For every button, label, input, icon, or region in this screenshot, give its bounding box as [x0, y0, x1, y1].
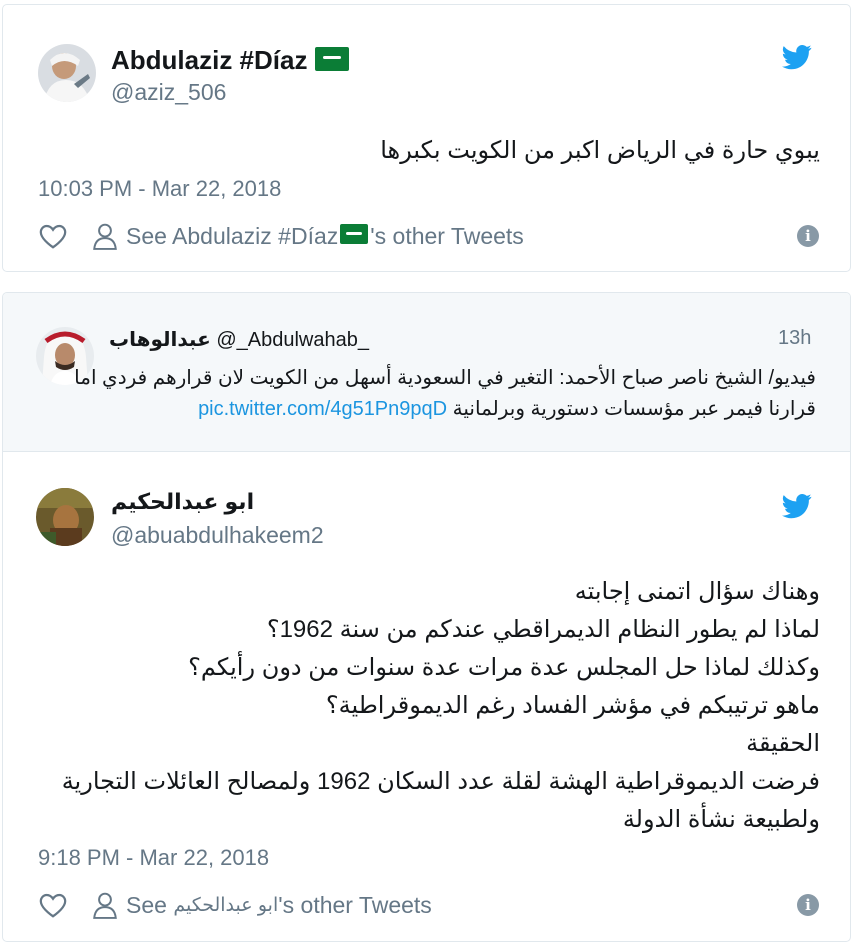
handle[interactable]: @abuabdulhakeem2: [111, 522, 324, 549]
heart-icon[interactable]: [38, 890, 68, 920]
tweet-text-line-7: ولطبيعة نشأة الدولة: [622, 806, 820, 833]
see-link-suffix: 's other Tweets: [370, 222, 524, 249]
see-link-suffix: 's other Tweets: [278, 891, 432, 918]
tweet-text-line-4: ماهو ترتيبكم في مؤشر الفساد رغم الديموقر…: [325, 692, 820, 719]
tweet-actions: See ابو عبدالحكيم's other Tweets: [38, 888, 432, 922]
tweet-timestamp[interactable]: 10:03 PM - Mar 22, 2018: [38, 176, 281, 202]
quoted-time[interactable]: 13h: [778, 327, 811, 350]
heart-icon[interactable]: [38, 221, 68, 251]
tweet-text-line-1: وهناك سؤال اتمنى إجابته: [574, 578, 820, 605]
display-name[interactable]: ابو عبدالحكيم: [111, 489, 254, 515]
twitter-bird-icon[interactable]: [782, 42, 812, 72]
info-icon[interactable]: i: [797, 225, 819, 247]
see-link-prefix: See Abdulaziz #Díaz: [126, 222, 339, 249]
quoted-display-name: عبدالوهاب: [109, 329, 211, 351]
display-name[interactable]: Abdulaziz #Díaz: [111, 45, 350, 76]
avatar[interactable]: [38, 44, 96, 102]
see-other-tweets-link[interactable]: See ابو عبدالحكيم's other Tweets: [92, 891, 432, 919]
quoted-handle: @_Abdulwahab_: [216, 329, 369, 351]
tweet-text-line-3: وكذلك لماذا حل المجلس عدة مرات عدة سنوات…: [188, 654, 820, 681]
display-name-text: Abdulaziz #Díaz: [111, 45, 308, 75]
quoted-text-line-1: فيديو/ الشيخ ناصر صباح الأحمد: التغير في…: [74, 367, 816, 389]
tweet-text-line-5: الحقيقة: [746, 730, 820, 757]
twitter-bird-icon[interactable]: [782, 491, 812, 521]
person-icon: [93, 892, 117, 919]
handle[interactable]: @aziz_506: [111, 79, 226, 106]
tweet-card-2: عبدالوهاب @_Abdulwahab_ 13h فيديو/ الشيخ…: [2, 292, 851, 942]
tweet-text: يبوي حارة في الرياض اكبر من الكويت بكبره…: [380, 137, 820, 164]
tweet-actions: See Abdulaziz #Díaz 's other Tweets: [38, 219, 524, 253]
pic-link[interactable]: pic.twitter.com/4g51Pn9pqD: [198, 398, 447, 420]
see-other-tweets-link[interactable]: See Abdulaziz #Díaz 's other Tweets: [92, 222, 524, 250]
quoted-text-line-2: قرارنا فيمر عبر مؤسسات دستورية وبرلمانية…: [198, 396, 816, 421]
see-link-prefix: See: [126, 891, 167, 918]
see-link-name: ابو عبدالحكيم: [173, 894, 279, 916]
tweet-text-line-6: فرضت الديموقراطية الهشة لقلة عدد السكان …: [61, 768, 820, 795]
quoted-author[interactable]: عبدالوهاب @_Abdulwahab_: [109, 327, 369, 352]
avatar[interactable]: [36, 488, 94, 546]
tweet-text-line-2: لماذا لم يطور النظام الديمراقطي عندكم من…: [266, 616, 820, 643]
tweet-card-1: Abdulaziz #Díaz @aziz_506 يبوي حارة في ا…: [2, 4, 851, 272]
saudi-flag-emoji: [340, 224, 369, 244]
person-icon: [93, 223, 117, 250]
tweet-timestamp[interactable]: 9:18 PM - Mar 22, 2018: [38, 845, 269, 871]
quoted-text-line-2-text: قرارنا فيمر عبر مؤسسات دستورية وبرلمانية: [452, 398, 816, 420]
info-icon[interactable]: i: [797, 894, 819, 916]
quoted-tweet[interactable]: عبدالوهاب @_Abdulwahab_ 13h فيديو/ الشيخ…: [3, 293, 850, 452]
saudi-flag-emoji: [315, 47, 350, 72]
